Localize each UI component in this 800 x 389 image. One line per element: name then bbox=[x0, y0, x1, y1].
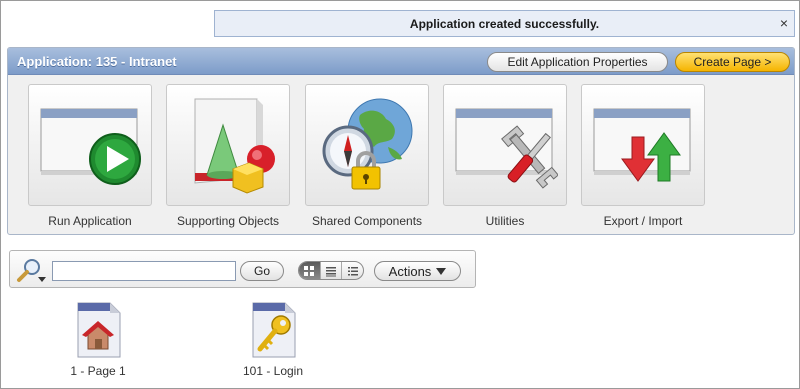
page-item-login[interactable]: 101 - Login bbox=[218, 301, 328, 378]
export-import-label: Export / Import bbox=[603, 214, 683, 228]
run-application-tile[interactable] bbox=[28, 84, 152, 206]
shared-components-icon bbox=[322, 98, 413, 190]
utilities-tile[interactable] bbox=[443, 84, 567, 206]
application-header: Application: 135 - Intranet Edit Applica… bbox=[8, 48, 794, 75]
application-region: Application: 135 - Intranet Edit Applica… bbox=[7, 47, 795, 235]
view-report-button[interactable] bbox=[321, 262, 343, 279]
edit-application-properties-button[interactable]: Edit Application Properties bbox=[487, 52, 668, 72]
create-page-button[interactable]: Create Page > bbox=[675, 52, 790, 72]
page-label: 1 - Page 1 bbox=[70, 364, 126, 378]
page-key-icon bbox=[252, 302, 296, 358]
shared-components-label: Shared Components bbox=[311, 214, 423, 228]
utilities-icon bbox=[455, 108, 558, 189]
shared-components-tile[interactable] bbox=[305, 84, 429, 206]
actions-label: Actions bbox=[388, 263, 432, 279]
details-view-icon bbox=[347, 266, 358, 275]
supporting-objects-icon bbox=[194, 98, 275, 194]
success-notification: Application created successfully. × bbox=[214, 10, 795, 37]
close-icon[interactable]: × bbox=[780, 15, 788, 31]
view-mode-toggle bbox=[298, 261, 364, 280]
utilities-label: Utilities bbox=[485, 214, 525, 228]
run-application-icon bbox=[40, 108, 141, 185]
supporting-objects-label: Supporting Objects bbox=[176, 214, 280, 228]
page-home-icon bbox=[77, 302, 121, 358]
report-view-icon bbox=[326, 266, 336, 276]
grid-view-icon bbox=[304, 265, 315, 276]
export-import-icon bbox=[593, 108, 691, 182]
chevron-down-icon bbox=[436, 267, 447, 275]
page-item-page-1[interactable]: 1 - Page 1 bbox=[43, 301, 153, 378]
export-import-tile[interactable] bbox=[581, 84, 705, 206]
view-icons-button[interactable] bbox=[299, 262, 321, 279]
view-details-button[interactable] bbox=[342, 262, 363, 279]
search-icon[interactable] bbox=[16, 256, 46, 284]
run-application-label: Run Application bbox=[48, 214, 132, 228]
search-toolbar: Go Actions bbox=[9, 250, 476, 288]
supporting-objects-tile[interactable] bbox=[166, 84, 290, 206]
actions-menu-button[interactable]: Actions bbox=[374, 261, 461, 281]
go-button[interactable]: Go bbox=[240, 261, 284, 281]
search-input[interactable] bbox=[52, 261, 236, 281]
notification-message: Application created successfully. bbox=[409, 16, 600, 31]
page-label: 101 - Login bbox=[242, 364, 304, 378]
application-title: Application: 135 - Intranet bbox=[17, 53, 177, 69]
